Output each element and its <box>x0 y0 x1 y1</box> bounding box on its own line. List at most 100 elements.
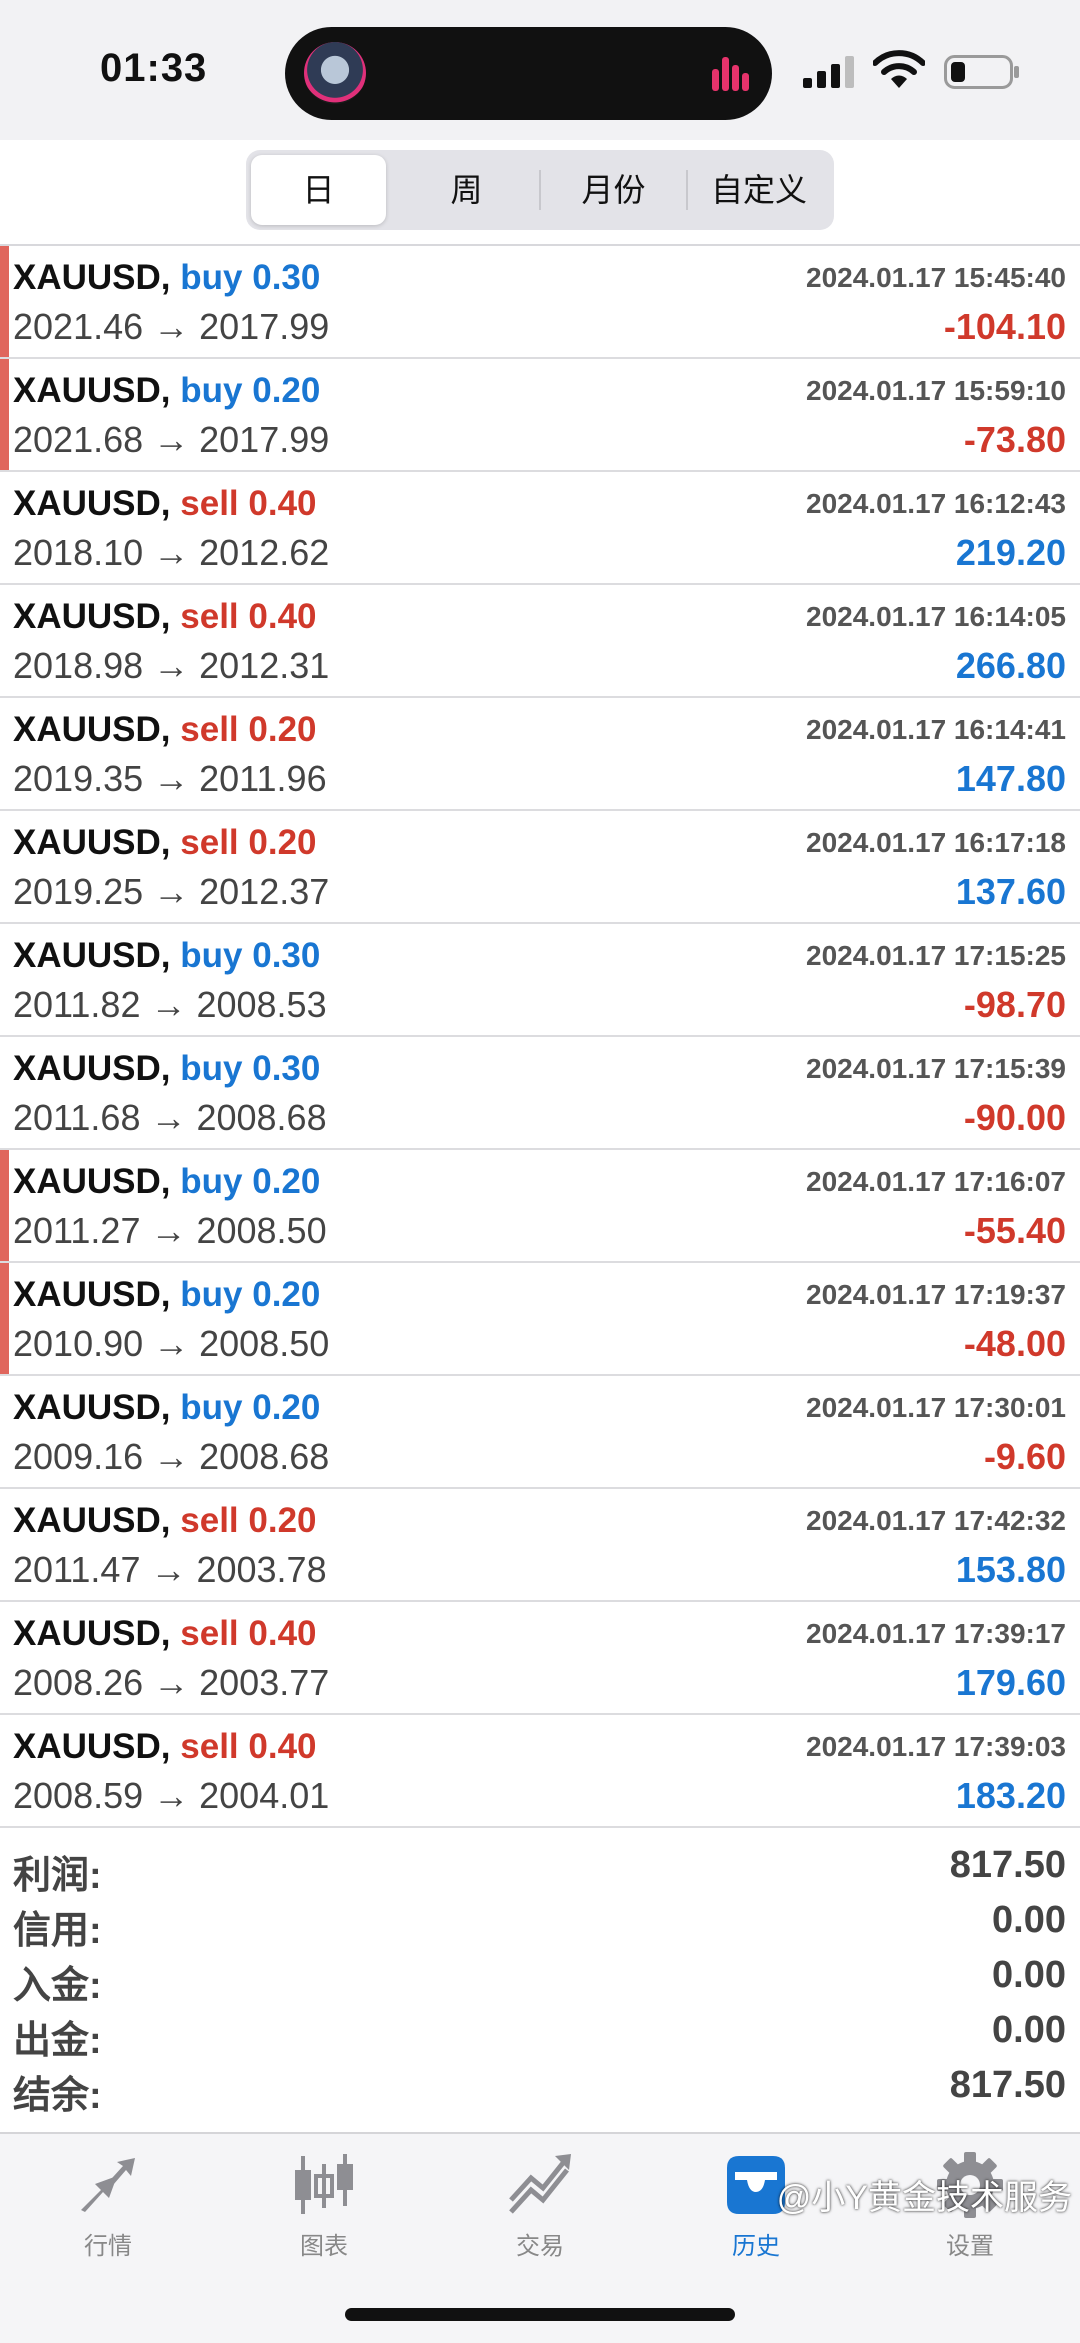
trade-title: XAUUSD, sell 0.40 <box>13 1727 317 1767</box>
trade-title: XAUUSD, sell 0.20 <box>13 710 317 750</box>
trade-prices: 2021.46 → 2017.99 <box>13 306 330 347</box>
loss-marker <box>0 1150 9 1261</box>
trade-row[interactable]: XAUUSD, buy 0.30 2024.01.17 17:15:39 2011.… <box>0 1037 1080 1150</box>
summary-label: 出金: <box>13 2020 102 2062</box>
segment-week[interactable]: 周 <box>394 155 539 225</box>
chart-icon <box>295 2154 353 2214</box>
trade-side: buy <box>180 1162 243 1201</box>
trade-row[interactable]: XAUUSD, buy 0.30 2024.01.17 17:15:25 2011.… <box>0 924 1080 1037</box>
trade-title: XAUUSD, sell 0.20 <box>13 823 317 863</box>
trade-row[interactable]: XAUUSD, sell 0.40 2024.01.17 17:39:03 2008… <box>0 1715 1080 1828</box>
trade-symbol: XAUUSD, <box>13 936 171 975</box>
trade-row[interactable]: XAUUSD, sell 0.40 2024.01.17 17:39:17 2008… <box>0 1602 1080 1715</box>
summary-value: 0.00 <box>992 1899 1066 1941</box>
trade-profit: -9.60 <box>983 1436 1066 1477</box>
trade-profit: 183.20 <box>955 1775 1066 1816</box>
trade-row[interactable]: XAUUSD, sell 0.40 2024.01.17 16:14:05 2018… <box>0 585 1080 698</box>
trade-profit: 137.60 <box>955 871 1066 912</box>
trade-side: sell <box>180 484 239 523</box>
trade-prices: 2019.35 → 2011.96 <box>13 758 327 799</box>
trade-symbol: XAUUSD, <box>13 710 171 749</box>
trade-prices: 2009.16 → 2008.68 <box>13 1436 330 1477</box>
cellular-signal-icon <box>803 56 854 88</box>
trade-time: 2024.01.17 17:39:03 <box>806 1731 1066 1762</box>
audio-bars-icon <box>712 57 749 91</box>
trade-title: XAUUSD, sell 0.20 <box>13 1501 317 1541</box>
summary-label: 信用: <box>13 1910 102 1952</box>
trade-profit: -104.10 <box>943 306 1066 347</box>
summary-value: 817.50 <box>949 2064 1066 2106</box>
summary-value: 0.00 <box>992 2009 1066 2051</box>
trade-prices: 2011.27 → 2008.50 <box>13 1210 327 1251</box>
trade-prices: 2019.25 → 2012.37 <box>13 871 330 912</box>
trade-volume: 0.20 <box>252 1388 321 1427</box>
trade-row[interactable]: XAUUSD, buy 0.20 2024.01.17 17:16:07 2011.… <box>0 1150 1080 1263</box>
trade-volume: 0.30 <box>252 1049 321 1088</box>
battery-icon <box>944 55 1019 89</box>
trade-row[interactable]: XAUUSD, buy 0.20 2024.01.17 17:30:01 2009.… <box>0 1376 1080 1489</box>
trade-volume: 0.40 <box>248 1614 317 1653</box>
trade-prices: 2008.59 → 2004.01 <box>13 1775 330 1816</box>
trade-row[interactable]: XAUUSD, sell 0.20 2024.01.17 16:14:41 2019… <box>0 698 1080 811</box>
trade-prices: 2010.90 → 2008.50 <box>13 1323 330 1364</box>
trade-profit: -98.70 <box>963 984 1066 1025</box>
trade-profit: 147.80 <box>955 758 1066 799</box>
segment-day[interactable]: 日 <box>251 155 386 225</box>
trade-side: buy <box>180 936 243 975</box>
tab-quotes-label: 行情 <box>84 2233 132 2260</box>
trade-row[interactable]: XAUUSD, sell 0.40 2024.01.17 16:12:43 2018… <box>0 472 1080 585</box>
loss-marker <box>0 359 9 470</box>
trade-side: buy <box>180 258 243 297</box>
trade-title: XAUUSD, buy 0.20 <box>13 371 320 411</box>
trade-row[interactable]: XAUUSD, sell 0.20 2024.01.17 17:42:32 2011… <box>0 1489 1080 1602</box>
home-indicator[interactable] <box>345 2308 735 2321</box>
dynamic-island[interactable] <box>285 27 772 120</box>
trade-title: XAUUSD, buy 0.20 <box>13 1388 320 1428</box>
trade-symbol: XAUUSD, <box>13 1388 171 1427</box>
trade-symbol: XAUUSD, <box>13 258 171 297</box>
status-time: 01:33 <box>100 46 208 90</box>
trade-row[interactable]: XAUUSD, buy 0.20 2024.01.17 17:19:37 2010.… <box>0 1263 1080 1376</box>
trade-prices: 2021.68 → 2017.99 <box>13 419 330 460</box>
trade-symbol: XAUUSD, <box>13 1727 171 1766</box>
trade-title: XAUUSD, buy 0.20 <box>13 1162 320 1202</box>
trade-profit: 153.80 <box>955 1549 1066 1590</box>
trade-profit: -55.40 <box>963 1210 1066 1251</box>
trade-time: 2024.01.17 16:14:41 <box>806 714 1066 745</box>
trade-row[interactable]: XAUUSD, buy 0.30 2024.01.17 15:45:40 2021.… <box>0 246 1080 359</box>
wifi-icon <box>873 50 925 88</box>
trade-symbol: XAUUSD, <box>13 484 171 523</box>
trade-symbol: XAUUSD, <box>13 1501 171 1540</box>
trade-side: buy <box>180 1275 243 1314</box>
trade-time: 2024.01.17 17:15:39 <box>806 1053 1066 1084</box>
segment-month[interactable]: 月份 <box>541 155 686 225</box>
trade-symbol: XAUUSD, <box>13 1162 171 1201</box>
segment-custom[interactable]: 自定义 <box>688 155 830 225</box>
trade-volume: 0.40 <box>248 1727 317 1766</box>
trade-title: XAUUSD, sell 0.40 <box>13 1614 317 1654</box>
trade-side: sell <box>180 597 239 636</box>
tab-history-label: 历史 <box>732 2233 780 2260</box>
tab-quotes[interactable]: 行情 <box>38 2150 178 2270</box>
summary-row: 利润: 817.50 <box>0 1840 1080 1897</box>
quotes-icon <box>81 2158 135 2212</box>
trade-title: XAUUSD, buy 0.20 <box>13 1275 320 1315</box>
trade-volume: 0.30 <box>252 258 321 297</box>
summary-value: 0.00 <box>992 1954 1066 1996</box>
watermark-text: @小Y黄金技术服务 <box>776 2179 1072 2217</box>
tab-chart[interactable]: 图表 <box>254 2150 394 2270</box>
trade-profit: 179.60 <box>955 1662 1066 1703</box>
tab-trade[interactable]: 交易 <box>470 2150 610 2270</box>
trade-title: XAUUSD, sell 0.40 <box>13 597 317 637</box>
trade-symbol: XAUUSD, <box>13 823 171 862</box>
trade-profit: -48.00 <box>963 1323 1066 1364</box>
trade-time: 2024.01.17 16:12:43 <box>806 488 1066 519</box>
trade-volume: 0.20 <box>248 823 317 862</box>
trade-side: buy <box>180 371 243 410</box>
trade-row[interactable]: XAUUSD, sell 0.20 2024.01.17 16:17:18 2019… <box>0 811 1080 924</box>
trade-symbol: XAUUSD, <box>13 1049 171 1088</box>
trade-row[interactable]: XAUUSD, buy 0.20 2024.01.17 15:59:10 2021.… <box>0 359 1080 472</box>
trade-time: 2024.01.17 17:39:17 <box>806 1618 1066 1649</box>
trade-prices: 2018.10 → 2012.62 <box>13 532 330 573</box>
trade-side: sell <box>180 823 239 862</box>
